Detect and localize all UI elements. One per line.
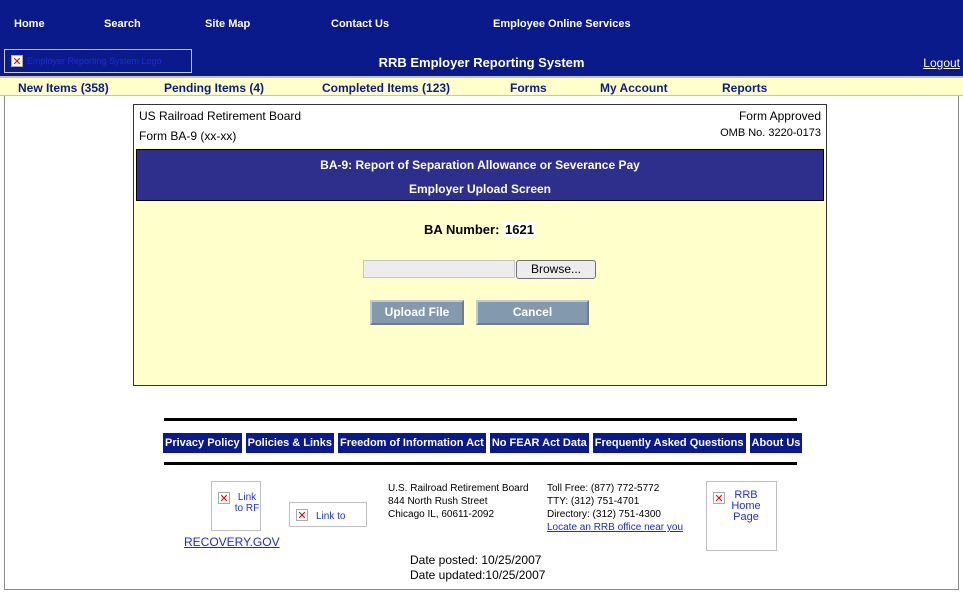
broken-image-icon: ✕	[296, 509, 308, 522]
ba-number-label: BA Number:	[424, 222, 500, 237]
page-dates: Date posted: 10/25/2007 Date updated:10/…	[410, 553, 545, 583]
nav-contact-us-link[interactable]: Contact Us	[331, 18, 389, 30]
rrb-phones: Toll Free: (877) 772-5772 TTY: (312) 751…	[547, 482, 683, 534]
ba-number: BA Number: 1621	[134, 222, 826, 237]
footer-links: Privacy Policy Policies & Links Freedom …	[162, 432, 805, 454]
logout-link[interactable]: Logout	[923, 56, 960, 70]
form-header: US Railroad Retirement Board Form BA-9 (…	[134, 105, 826, 148]
form-title: BA-9: Report of Separation Allowance or …	[320, 158, 640, 172]
ba-number-value: 1621	[503, 222, 536, 237]
system-title: RRB Employer Reporting System	[378, 55, 585, 70]
form-subtitle: Employer Upload Screen	[408, 182, 552, 196]
footer-divider-top	[164, 418, 797, 421]
file-path-input[interactable]	[363, 260, 515, 278]
footer-foia-link[interactable]: Freedom of Information Act	[336, 432, 487, 454]
broken-image-icon: ✕	[713, 492, 725, 505]
rrb-address: U.S. Railroad Retirement Board 844 North…	[388, 482, 529, 521]
phone-line: Directory: (312) 751-4300	[547, 509, 661, 520]
date-posted: Date posted: 10/25/2007	[410, 553, 542, 567]
footer-faq-link[interactable]: Frequently Asked Questions	[591, 432, 747, 454]
footer-policies-links-link[interactable]: Policies & Links	[244, 432, 335, 454]
cancel-button[interactable]: Cancel	[476, 300, 589, 325]
address-line: 844 North Rush Street	[388, 496, 488, 507]
rrb-home-image-link[interactable]: ✕ RRB Home Page	[706, 481, 777, 551]
menu-completed-items[interactable]: Completed Items (123)	[322, 81, 450, 95]
nav-employee-online-services-link[interactable]: Employee Online Services	[493, 18, 631, 30]
form-approval: Form Approved	[738, 109, 821, 123]
recovery-image-alt: Link to RF	[234, 492, 260, 514]
broken-image-icon: ✕	[218, 492, 230, 505]
browse-button[interactable]: Browse...	[516, 260, 596, 279]
footer-no-fear-link[interactable]: No FEAR Act Data	[488, 432, 590, 454]
locate-office-link[interactable]: Locate an RRB office near you	[547, 522, 683, 533]
menu-reports[interactable]: Reports	[722, 81, 767, 95]
nav-search-link[interactable]: Search	[104, 18, 141, 30]
menu-new-items[interactable]: New Items (358)	[18, 81, 109, 95]
upload-form: US Railroad Retirement Board Form BA-9 (…	[133, 104, 827, 386]
date-updated: Date updated:10/25/2007	[410, 568, 546, 582]
address-line: U.S. Railroad Retirement Board	[388, 483, 529, 494]
link-image[interactable]: ✕ Link to	[289, 502, 367, 527]
omb-number: OMB No. 3220-0173	[720, 127, 821, 139]
menu-my-account[interactable]: My Account	[600, 81, 668, 95]
link-image-alt: Link to	[316, 511, 346, 522]
nav-home-link[interactable]: Home	[14, 18, 45, 30]
upload-file-button[interactable]: Upload File	[370, 300, 464, 325]
menu-forms[interactable]: Forms	[510, 81, 547, 95]
phone-line: TTY: (312) 751-4701	[547, 496, 640, 507]
main-menu: New Items (358) Pending Items (4) Comple…	[0, 76, 963, 96]
address-line: Chicago IL, 60611-2092	[388, 509, 495, 520]
top-nav-bar: Home Search Site Map Contact Us Employee…	[0, 0, 963, 46]
phone-line: Toll Free: (877) 772-5772	[547, 483, 660, 494]
footer-about-us-link[interactable]: About Us	[748, 432, 804, 454]
nav-site-map-link[interactable]: Site Map	[205, 18, 250, 30]
footer-privacy-policy-link[interactable]: Privacy Policy	[162, 432, 243, 454]
recovery-image-link[interactable]: ✕ Link to RF	[211, 481, 261, 531]
menu-pending-items[interactable]: Pending Items (4)	[164, 81, 264, 95]
rrb-home-image-alt: RRB Home Page	[731, 489, 761, 523]
form-id: Form BA-9 (xx-xx)	[139, 129, 237, 143]
recovery-gov-link[interactable]: RECOVERY.GOV	[184, 535, 280, 549]
footer-divider-bottom	[164, 462, 797, 465]
form-title-banner: BA-9: Report of Separation Allowance or …	[136, 149, 824, 201]
agency-name: US Railroad Retirement Board	[139, 109, 302, 123]
